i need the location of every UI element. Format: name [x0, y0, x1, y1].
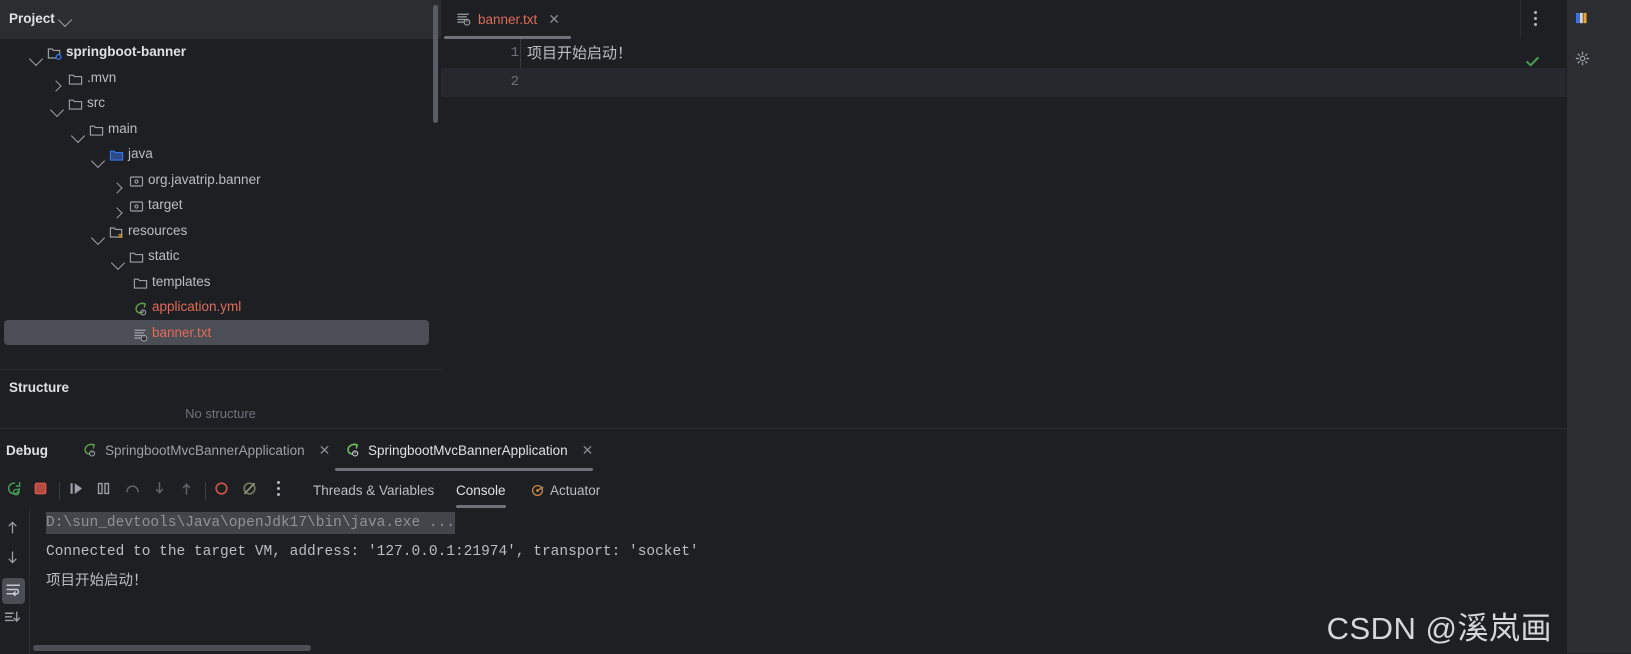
editor-line[interactable]: 1 项目开始启动！ [441, 39, 1566, 68]
debug-sub-tab-label: Threads & Variables [313, 483, 435, 498]
editor-line[interactable]: 2 [441, 68, 1566, 97]
tree-node-label: springboot-banner [66, 44, 186, 59]
tree-node[interactable]: src [0, 90, 441, 118]
mute-breakpoints-icon[interactable] [241, 480, 258, 500]
tree-node-label: main [108, 120, 138, 136]
console-horizontal-scrollbar[interactable] [33, 645, 311, 651]
project-tree[interactable]: springboot-banner .mvn src main java org.java… [0, 39, 441, 369]
step-out-icon [178, 480, 195, 500]
editor-tab-banner-txt[interactable]: banner.txt ✕ [444, 0, 571, 39]
scroll-to-end-icon[interactable] [4, 609, 21, 629]
project-panel-title: Project [9, 11, 55, 26]
tree-node[interactable]: templates [0, 269, 441, 295]
more-vertical-icon[interactable] [271, 481, 285, 496]
close-icon[interactable]: ✕ [582, 442, 594, 459]
tree-node-label: org.javatrip.banner [148, 171, 261, 187]
idea-window: Project springboot-banner .mvn src main java… [0, 0, 1631, 654]
console-line-text: 项目开始启动！ [46, 573, 148, 589]
console-line: Connected to the target VM, address: '12… [30, 538, 1566, 567]
console-line-text: D:\sun_devtools\Java\openJdk17\bin\java.… [46, 512, 455, 534]
tree-node[interactable]: application.yml [0, 294, 441, 320]
scroll-down-icon[interactable] [4, 549, 21, 569]
line-text: 项目开始启动！ [527, 45, 633, 62]
editor-tab-label: banner.txt [478, 12, 538, 27]
watermark: CSDN @溪岚画 [1326, 611, 1552, 646]
tree-node-selected[interactable]: banner.txt [4, 319, 429, 345]
debug-run-tab[interactable]: SpringbootMvcBannerApplication ✕ [72, 429, 340, 472]
text-file-icon [456, 11, 471, 29]
tree-node[interactable]: .mvn [0, 65, 441, 92]
check-ok-icon[interactable] [1524, 53, 1541, 73]
debug-run-tab[interactable]: SpringbootMvcBannerApplication ✕ [335, 429, 603, 472]
actuator-icon [530, 475, 545, 512]
tree-node[interactable]: org.javatrip.banner [0, 167, 441, 194]
debug-sub-tab-label: Console [456, 483, 506, 498]
rerun-icon[interactable] [6, 480, 23, 500]
console-line: 项目开始启动！ [30, 567, 1566, 596]
debug-sub-tab[interactable]: Actuator [530, 472, 600, 509]
tree-node-label: banner.txt [152, 324, 212, 340]
editor-tab-bar: banner.txt ✕ [441, 0, 1566, 39]
resume-icon[interactable] [68, 480, 85, 500]
spring-boot-icon [82, 442, 97, 460]
close-icon[interactable]: ✕ [319, 442, 331, 459]
line-number: 2 [510, 74, 519, 90]
chevron-down-icon[interactable] [57, 12, 73, 28]
debug-sub-tab[interactable]: Threads & Variables [313, 472, 434, 509]
project-panel-header[interactable]: Project [0, 0, 441, 40]
tree-node-label: templates [152, 273, 211, 289]
stop-icon[interactable] [32, 480, 49, 500]
soft-wrap-icon[interactable] [2, 578, 25, 604]
debug-run-tab-label: SpringbootMvcBannerApplication [368, 443, 568, 458]
tree-node[interactable]: java [0, 141, 441, 169]
text-file-icon [133, 325, 148, 351]
editor-area: banner.txt ✕ 1 项目开始启动！ 2 [441, 0, 1566, 428]
debug-toolbar: Threads & Variables Console Actuator [0, 472, 1566, 509]
debug-tool-window: Debug SpringbootMvcBannerApplication ✕ Spr… [0, 428, 1566, 654]
spring-boot-icon [345, 442, 360, 460]
line-number: 1 [510, 45, 519, 61]
tab-bar-divider [1520, 0, 1521, 39]
tree-node[interactable]: resources [0, 218, 441, 245]
tree-node-label: application.yml [152, 299, 242, 314]
structure-panel-title: Structure [9, 380, 70, 395]
tree-node-label: static [148, 248, 180, 263]
editor-content[interactable]: 1 项目开始启动！ 2 [441, 39, 1566, 428]
pause-icon[interactable] [95, 480, 112, 500]
tree-node[interactable]: static [0, 243, 441, 271]
debug-panel-title: Debug [6, 443, 48, 458]
settings-icon[interactable] [1575, 51, 1590, 69]
debug-tab-bar: Debug SpringbootMvcBannerApplication ✕ Spr… [0, 429, 1566, 472]
right-tool-strip [1566, 0, 1631, 653]
tree-node[interactable]: target [0, 192, 441, 219]
tree-node-label: resources [128, 222, 188, 238]
maven-icon[interactable] [1575, 11, 1590, 29]
debug-sub-tab-label: Actuator [550, 483, 601, 498]
tree-node[interactable]: springboot-banner [0, 39, 441, 67]
project-tree-scrollbar[interactable] [433, 5, 438, 123]
view-breakpoints-icon[interactable] [213, 480, 230, 500]
tree-node[interactable]: main [0, 116, 441, 143]
debug-run-tab-label: SpringbootMvcBannerApplication [105, 443, 305, 458]
debug-sub-tab[interactable]: Console [456, 472, 506, 509]
console-line: D:\sun_devtools\Java\openJdk17\bin\java.… [30, 509, 1566, 538]
debug-tab-active-indicator [335, 468, 593, 471]
tree-node-label: target [148, 197, 183, 212]
left-tool-column: Project springboot-banner .mvn src main java… [0, 0, 441, 429]
step-into-icon [151, 480, 168, 500]
console-line-text: Connected to the target VM, address: '12… [46, 544, 699, 560]
scroll-up-icon[interactable] [4, 519, 21, 539]
debug-sub-tab-active-indicator [456, 505, 506, 508]
tree-node-label: .mvn [87, 69, 117, 85]
close-icon[interactable]: ✕ [548, 11, 560, 28]
tree-node-label: src [87, 95, 105, 110]
tree-node-label: java [128, 146, 153, 161]
structure-panel: Structure No structure [0, 369, 441, 429]
more-vertical-icon[interactable] [1528, 11, 1542, 29]
structure-empty-text: No structure [185, 406, 256, 421]
step-over-icon [124, 480, 141, 500]
console-gutter [0, 509, 30, 654]
